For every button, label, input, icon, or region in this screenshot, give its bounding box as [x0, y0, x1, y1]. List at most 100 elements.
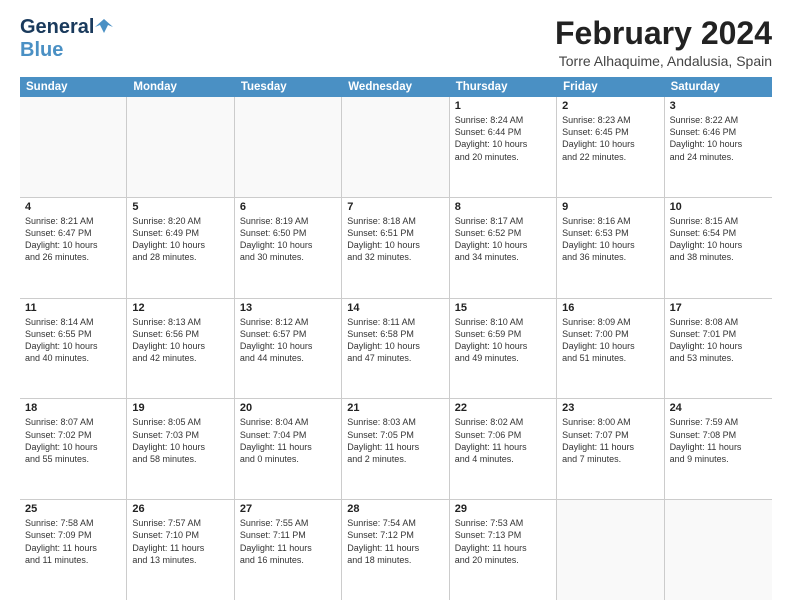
day-number: 19 — [132, 402, 228, 414]
cell-daylight-info: Sunrise: 8:00 AM Sunset: 7:07 PM Dayligh… — [562, 416, 658, 465]
cell-daylight-info: Sunrise: 8:07 AM Sunset: 7:02 PM Dayligh… — [25, 416, 121, 465]
cell-daylight-info: Sunrise: 8:08 AM Sunset: 7:01 PM Dayligh… — [670, 316, 767, 365]
day-number: 7 — [347, 201, 443, 213]
cell-daylight-info: Sunrise: 8:04 AM Sunset: 7:04 PM Dayligh… — [240, 416, 336, 465]
calendar-cell — [20, 97, 127, 197]
calendar-cell — [127, 97, 234, 197]
cell-daylight-info: Sunrise: 8:12 AM Sunset: 6:57 PM Dayligh… — [240, 316, 336, 365]
calendar-cell: 1Sunrise: 8:24 AM Sunset: 6:44 PM Daylig… — [450, 97, 557, 197]
calendar-cell: 5Sunrise: 8:20 AM Sunset: 6:49 PM Daylig… — [127, 198, 234, 298]
calendar-cell: 4 Sunrise: 8:21 AM Sunset: 6:47 PM Daylig… — [20, 198, 127, 298]
calendar-day-header: Friday — [557, 77, 664, 97]
calendar-cell: 29 Sunrise: 7:53 AM Sunset: 7:13 PM Dayli… — [450, 500, 557, 600]
location-title: Torre Alhaquime, Andalusia, Spain — [555, 53, 772, 69]
calendar-week-row: 18 Sunrise: 8:07 AM Sunset: 7:02 PM Dayli… — [20, 399, 772, 500]
calendar-cell: 24Sunrise: 7:59 AM Sunset: 7:08 PM Dayli… — [665, 399, 772, 499]
calendar-cell — [342, 97, 449, 197]
calendar-cell: 9 Sunrise: 8:16 AM Sunset: 6:53 PM Daylig… — [557, 198, 664, 298]
calendar-week-row: 1Sunrise: 8:24 AM Sunset: 6:44 PM Daylig… — [20, 97, 772, 198]
cell-daylight-info: Sunrise: 8:21 AM Sunset: 6:47 PM Dayligh… — [25, 215, 121, 264]
day-number: 18 — [25, 402, 121, 414]
calendar-day-header: Saturday — [665, 77, 772, 97]
month-title: February 2024 — [555, 16, 772, 51]
cell-daylight-info: Sunrise: 8:03 AM Sunset: 7:05 PM Dayligh… — [347, 416, 443, 465]
day-number: 4 — [25, 201, 121, 213]
day-number: 20 — [240, 402, 336, 414]
calendar-cell: 10Sunrise: 8:15 AM Sunset: 6:54 PM Dayli… — [665, 198, 772, 298]
cell-daylight-info: Sunrise: 8:11 AM Sunset: 6:58 PM Dayligh… — [347, 316, 443, 365]
day-number: 17 — [670, 302, 767, 314]
day-number: 3 — [670, 100, 767, 112]
calendar-cell: 2 Sunrise: 8:23 AM Sunset: 6:45 PM Daylig… — [557, 97, 664, 197]
calendar-day-header: Wednesday — [342, 77, 449, 97]
cell-daylight-info: Sunrise: 8:20 AM Sunset: 6:49 PM Dayligh… — [132, 215, 228, 264]
cell-daylight-info: Sunrise: 8:24 AM Sunset: 6:44 PM Dayligh… — [455, 114, 551, 163]
day-number: 9 — [562, 201, 658, 213]
day-number: 23 — [562, 402, 658, 414]
calendar-day-header: Tuesday — [235, 77, 342, 97]
cell-daylight-info: Sunrise: 8:14 AM Sunset: 6:55 PM Dayligh… — [25, 316, 121, 365]
cell-daylight-info: Sunrise: 8:13 AM Sunset: 6:56 PM Dayligh… — [132, 316, 228, 365]
calendar-week-row: 4 Sunrise: 8:21 AM Sunset: 6:47 PM Daylig… — [20, 198, 772, 299]
title-block: February 2024 Torre Alhaquime, Andalusia… — [555, 16, 772, 69]
day-number: 29 — [455, 503, 551, 515]
day-number: 15 — [455, 302, 551, 314]
cell-daylight-info: Sunrise: 7:58 AM Sunset: 7:09 PM Dayligh… — [25, 517, 121, 566]
cell-daylight-info: Sunrise: 7:54 AM Sunset: 7:12 PM Dayligh… — [347, 517, 443, 566]
day-number: 25 — [25, 503, 121, 515]
calendar-cell: 3 Sunrise: 8:22 AM Sunset: 6:46 PM Daylig… — [665, 97, 772, 197]
calendar-cell — [665, 500, 772, 600]
calendar-week-row: 11 Sunrise: 8:14 AM Sunset: 6:55 PM Dayli… — [20, 299, 772, 400]
day-number: 16 — [562, 302, 658, 314]
calendar-header: SundayMondayTuesdayWednesdayThursdayFrid… — [20, 77, 772, 97]
calendar-cell: 26Sunrise: 7:57 AM Sunset: 7:10 PM Dayli… — [127, 500, 234, 600]
day-number: 2 — [562, 100, 658, 112]
logo: General Blue — [20, 16, 113, 62]
day-number: 22 — [455, 402, 551, 414]
calendar-cell: 8 Sunrise: 8:17 AM Sunset: 6:52 PM Daylig… — [450, 198, 557, 298]
day-number: 28 — [347, 503, 443, 515]
day-number: 24 — [670, 402, 767, 414]
calendar-cell: 21 Sunrise: 8:03 AM Sunset: 7:05 PM Dayli… — [342, 399, 449, 499]
cell-daylight-info: Sunrise: 7:55 AM Sunset: 7:11 PM Dayligh… — [240, 517, 336, 566]
calendar: SundayMondayTuesdayWednesdayThursdayFrid… — [20, 77, 772, 600]
calendar-cell — [235, 97, 342, 197]
cell-daylight-info: Sunrise: 8:17 AM Sunset: 6:52 PM Dayligh… — [455, 215, 551, 264]
calendar-cell: 11 Sunrise: 8:14 AM Sunset: 6:55 PM Dayli… — [20, 299, 127, 399]
calendar-cell: 15 Sunrise: 8:10 AM Sunset: 6:59 PM Dayli… — [450, 299, 557, 399]
day-number: 14 — [347, 302, 443, 314]
calendar-cell: 13 Sunrise: 8:12 AM Sunset: 6:57 PM Dayli… — [235, 299, 342, 399]
calendar-cell: 19 Sunrise: 8:05 AM Sunset: 7:03 PM Dayli… — [127, 399, 234, 499]
cell-daylight-info: Sunrise: 8:16 AM Sunset: 6:53 PM Dayligh… — [562, 215, 658, 264]
day-number: 27 — [240, 503, 336, 515]
cell-daylight-info: Sunrise: 8:09 AM Sunset: 7:00 PM Dayligh… — [562, 316, 658, 365]
cell-daylight-info: Sunrise: 7:53 AM Sunset: 7:13 PM Dayligh… — [455, 517, 551, 566]
calendar-week-row: 25 Sunrise: 7:58 AM Sunset: 7:09 PM Dayli… — [20, 500, 772, 600]
day-number: 11 — [25, 302, 121, 314]
cell-daylight-info: Sunrise: 8:19 AM Sunset: 6:50 PM Dayligh… — [240, 215, 336, 264]
calendar-cell: 14 Sunrise: 8:11 AM Sunset: 6:58 PM Dayli… — [342, 299, 449, 399]
day-number: 8 — [455, 201, 551, 213]
cell-daylight-info: Sunrise: 8:23 AM Sunset: 6:45 PM Dayligh… — [562, 114, 658, 163]
cell-daylight-info: Sunrise: 8:22 AM Sunset: 6:46 PM Dayligh… — [670, 114, 767, 163]
calendar-cell: 23 Sunrise: 8:00 AM Sunset: 7:07 PM Dayli… — [557, 399, 664, 499]
cell-daylight-info: Sunrise: 8:15 AM Sunset: 6:54 PM Dayligh… — [670, 215, 767, 264]
calendar-cell: 6 Sunrise: 8:19 AM Sunset: 6:50 PM Daylig… — [235, 198, 342, 298]
cell-daylight-info: Sunrise: 8:02 AM Sunset: 7:06 PM Dayligh… — [455, 416, 551, 465]
calendar-cell: 7Sunrise: 8:18 AM Sunset: 6:51 PM Daylig… — [342, 198, 449, 298]
calendar-day-header: Sunday — [20, 77, 127, 97]
calendar-body: 1Sunrise: 8:24 AM Sunset: 6:44 PM Daylig… — [20, 97, 772, 600]
calendar-cell: 25 Sunrise: 7:58 AM Sunset: 7:09 PM Dayli… — [20, 500, 127, 600]
day-number: 12 — [132, 302, 228, 314]
cell-daylight-info: Sunrise: 8:05 AM Sunset: 7:03 PM Dayligh… — [132, 416, 228, 465]
cell-daylight-info: Sunrise: 8:10 AM Sunset: 6:59 PM Dayligh… — [455, 316, 551, 365]
calendar-cell: 22 Sunrise: 8:02 AM Sunset: 7:06 PM Dayli… — [450, 399, 557, 499]
logo-general: General — [20, 16, 94, 39]
calendar-cell: 28 Sunrise: 7:54 AM Sunset: 7:12 PM Dayli… — [342, 500, 449, 600]
day-number: 6 — [240, 201, 336, 213]
calendar-cell: 16 Sunrise: 8:09 AM Sunset: 7:00 PM Dayli… — [557, 299, 664, 399]
calendar-cell: 17 Sunrise: 8:08 AM Sunset: 7:01 PM Dayli… — [665, 299, 772, 399]
logo-bird-icon — [95, 17, 113, 35]
day-number: 21 — [347, 402, 443, 414]
day-number: 13 — [240, 302, 336, 314]
